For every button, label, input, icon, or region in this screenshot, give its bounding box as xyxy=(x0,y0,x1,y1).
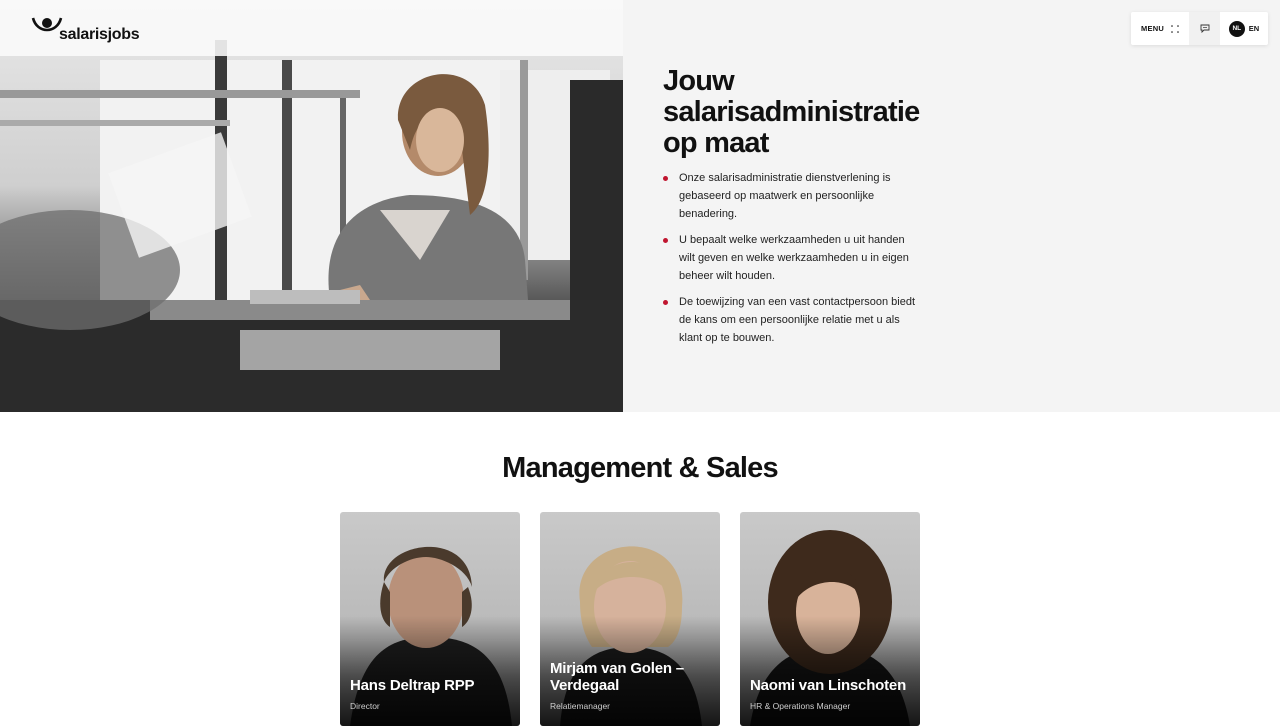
member-role: HR & Operations Manager xyxy=(750,701,851,711)
hero-title-line: Jouw xyxy=(663,65,735,97)
hero-photo xyxy=(0,0,623,412)
menu-label: MENU xyxy=(1141,24,1164,33)
language-switcher: NL EN xyxy=(1220,12,1268,45)
team-cards: Hans Deltrap RPP Director Mirjam van Gol… xyxy=(340,512,940,726)
language-en-button[interactable]: EN xyxy=(1249,24,1259,33)
member-role: Director xyxy=(350,701,380,711)
office-photo-illustration xyxy=(0,40,623,412)
team-member-card[interactable]: Hans Deltrap RPP Director xyxy=(340,512,520,726)
bullet-dot-icon xyxy=(663,176,668,181)
hero-title-line: salarisadministratie xyxy=(663,96,920,128)
top-navigation: MENU NL EN xyxy=(1131,12,1268,45)
team-section-title: Management & Sales xyxy=(502,452,779,484)
member-role: Relatiemanager xyxy=(550,701,611,711)
bullet-dot-icon xyxy=(663,238,668,243)
benefit-item: De toewijzing van een vast contactpersoo… xyxy=(663,293,923,347)
chat-bubble-icon xyxy=(1200,24,1209,33)
member-name: Naomi van Linschoten xyxy=(750,677,907,694)
hero-title: Jouw salarisadministratie op maat xyxy=(663,66,923,159)
hero-section: salarisjobs MENU NL EN Jouw salarisadmin… xyxy=(0,0,1280,412)
brand-name: salarisjobs xyxy=(59,26,140,43)
team-member-card[interactable]: Naomi van Linschoten HR & Operations Man… xyxy=(740,512,920,726)
bullet-dot-icon xyxy=(663,300,668,305)
member-name: Mirjam van Golen – Verdegaal xyxy=(550,660,684,694)
benefit-text: De toewijzing van een vast contactpersoo… xyxy=(679,296,916,344)
hero-title-line: op maat xyxy=(663,127,769,159)
benefit-text: Onze salarisadministratie dienstverlenin… xyxy=(679,172,891,220)
menu-button[interactable]: MENU xyxy=(1131,12,1189,45)
member-name: Hans Deltrap RPP xyxy=(350,677,475,694)
language-nl-button[interactable]: NL xyxy=(1228,20,1245,37)
header-bar: salarisjobs xyxy=(0,0,623,56)
grid-dots-icon xyxy=(1171,24,1179,33)
chat-button[interactable] xyxy=(1189,12,1220,45)
team-member-card[interactable]: Mirjam van Golen – Verdegaal Relatiemana… xyxy=(540,512,720,726)
hero-content: Jouw salarisadministratie op maat Onze s… xyxy=(663,66,923,355)
benefit-text: U bepaalt welke werkzaamheden u uit hand… xyxy=(679,234,909,282)
benefits-list: Onze salarisadministratie dienstverlenin… xyxy=(663,169,923,347)
benefit-item: Onze salarisadministratie dienstverlenin… xyxy=(663,169,923,223)
benefit-item: U bepaalt welke werkzaamheden u uit hand… xyxy=(663,231,923,285)
